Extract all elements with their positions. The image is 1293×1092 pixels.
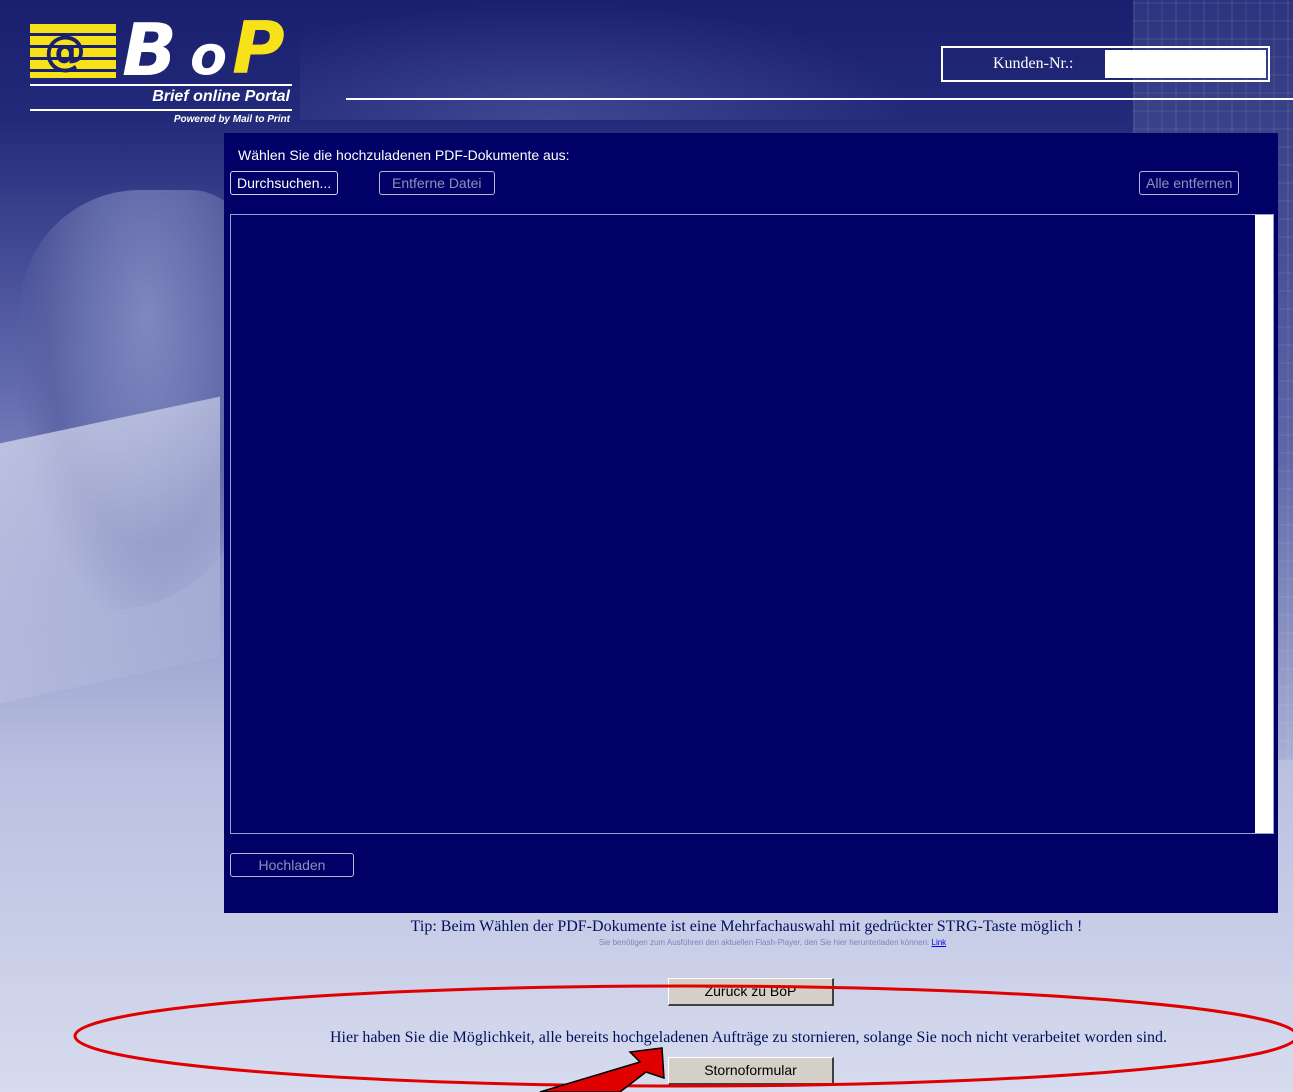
flash-download-link[interactable]: Link (932, 938, 947, 947)
bop-logo: @ B o P Brief online Portal Powered by M… (30, 6, 298, 126)
customer-number-box: Kunden-Nr.: (941, 46, 1270, 82)
at-badge-icon: @ (30, 24, 116, 78)
logo-letter-o: o (190, 24, 228, 87)
annotation-arrow-icon (539, 1047, 665, 1092)
storno-form-button[interactable]: Stornoformular (668, 1057, 834, 1085)
logo-letter-b: B (122, 8, 177, 92)
customer-number-label: Kunden-Nr.: (993, 55, 1074, 72)
upload-instruction: Wählen Sie die hochzuladenen PDF-Dokumen… (238, 147, 570, 163)
tip-text: Tip: Beim Wählen der PDF-Dokumente ist e… (410, 918, 1083, 935)
flash-note: Sie benötigen zum Ausführen den aktuelle… (0, 938, 1293, 947)
upload-button[interactable]: Hochladen (230, 853, 354, 877)
background-paper-image (0, 396, 220, 704)
logo-letter-p: P (232, 6, 285, 90)
flash-note-text: Sie benötigen zum Ausführen den aktuelle… (598, 938, 930, 947)
file-list-scrollbar[interactable] (1255, 215, 1273, 833)
header-divider (346, 98, 1293, 100)
upload-panel: Wählen Sie die hochzuladenen PDF-Dokumen… (224, 133, 1278, 913)
file-list[interactable] (230, 214, 1274, 834)
logo-tagline: Brief online Portal (152, 88, 290, 105)
storno-info-text: Hier haben Sie die Möglichkeit, alle ber… (329, 1029, 1168, 1046)
logo-divider (30, 84, 292, 86)
background-glow (300, 0, 920, 120)
customer-number-field[interactable] (1105, 50, 1266, 78)
remove-file-button[interactable]: Entferne Datei (379, 171, 495, 195)
remove-all-button[interactable]: Alle entfernen (1139, 171, 1240, 195)
browse-button[interactable]: Durchsuchen... (230, 171, 339, 195)
back-to-bop-button[interactable]: Zurück zu BoP (668, 978, 834, 1006)
logo-divider (30, 109, 292, 111)
logo-powered-by: Powered by Mail to Print (173, 114, 290, 125)
